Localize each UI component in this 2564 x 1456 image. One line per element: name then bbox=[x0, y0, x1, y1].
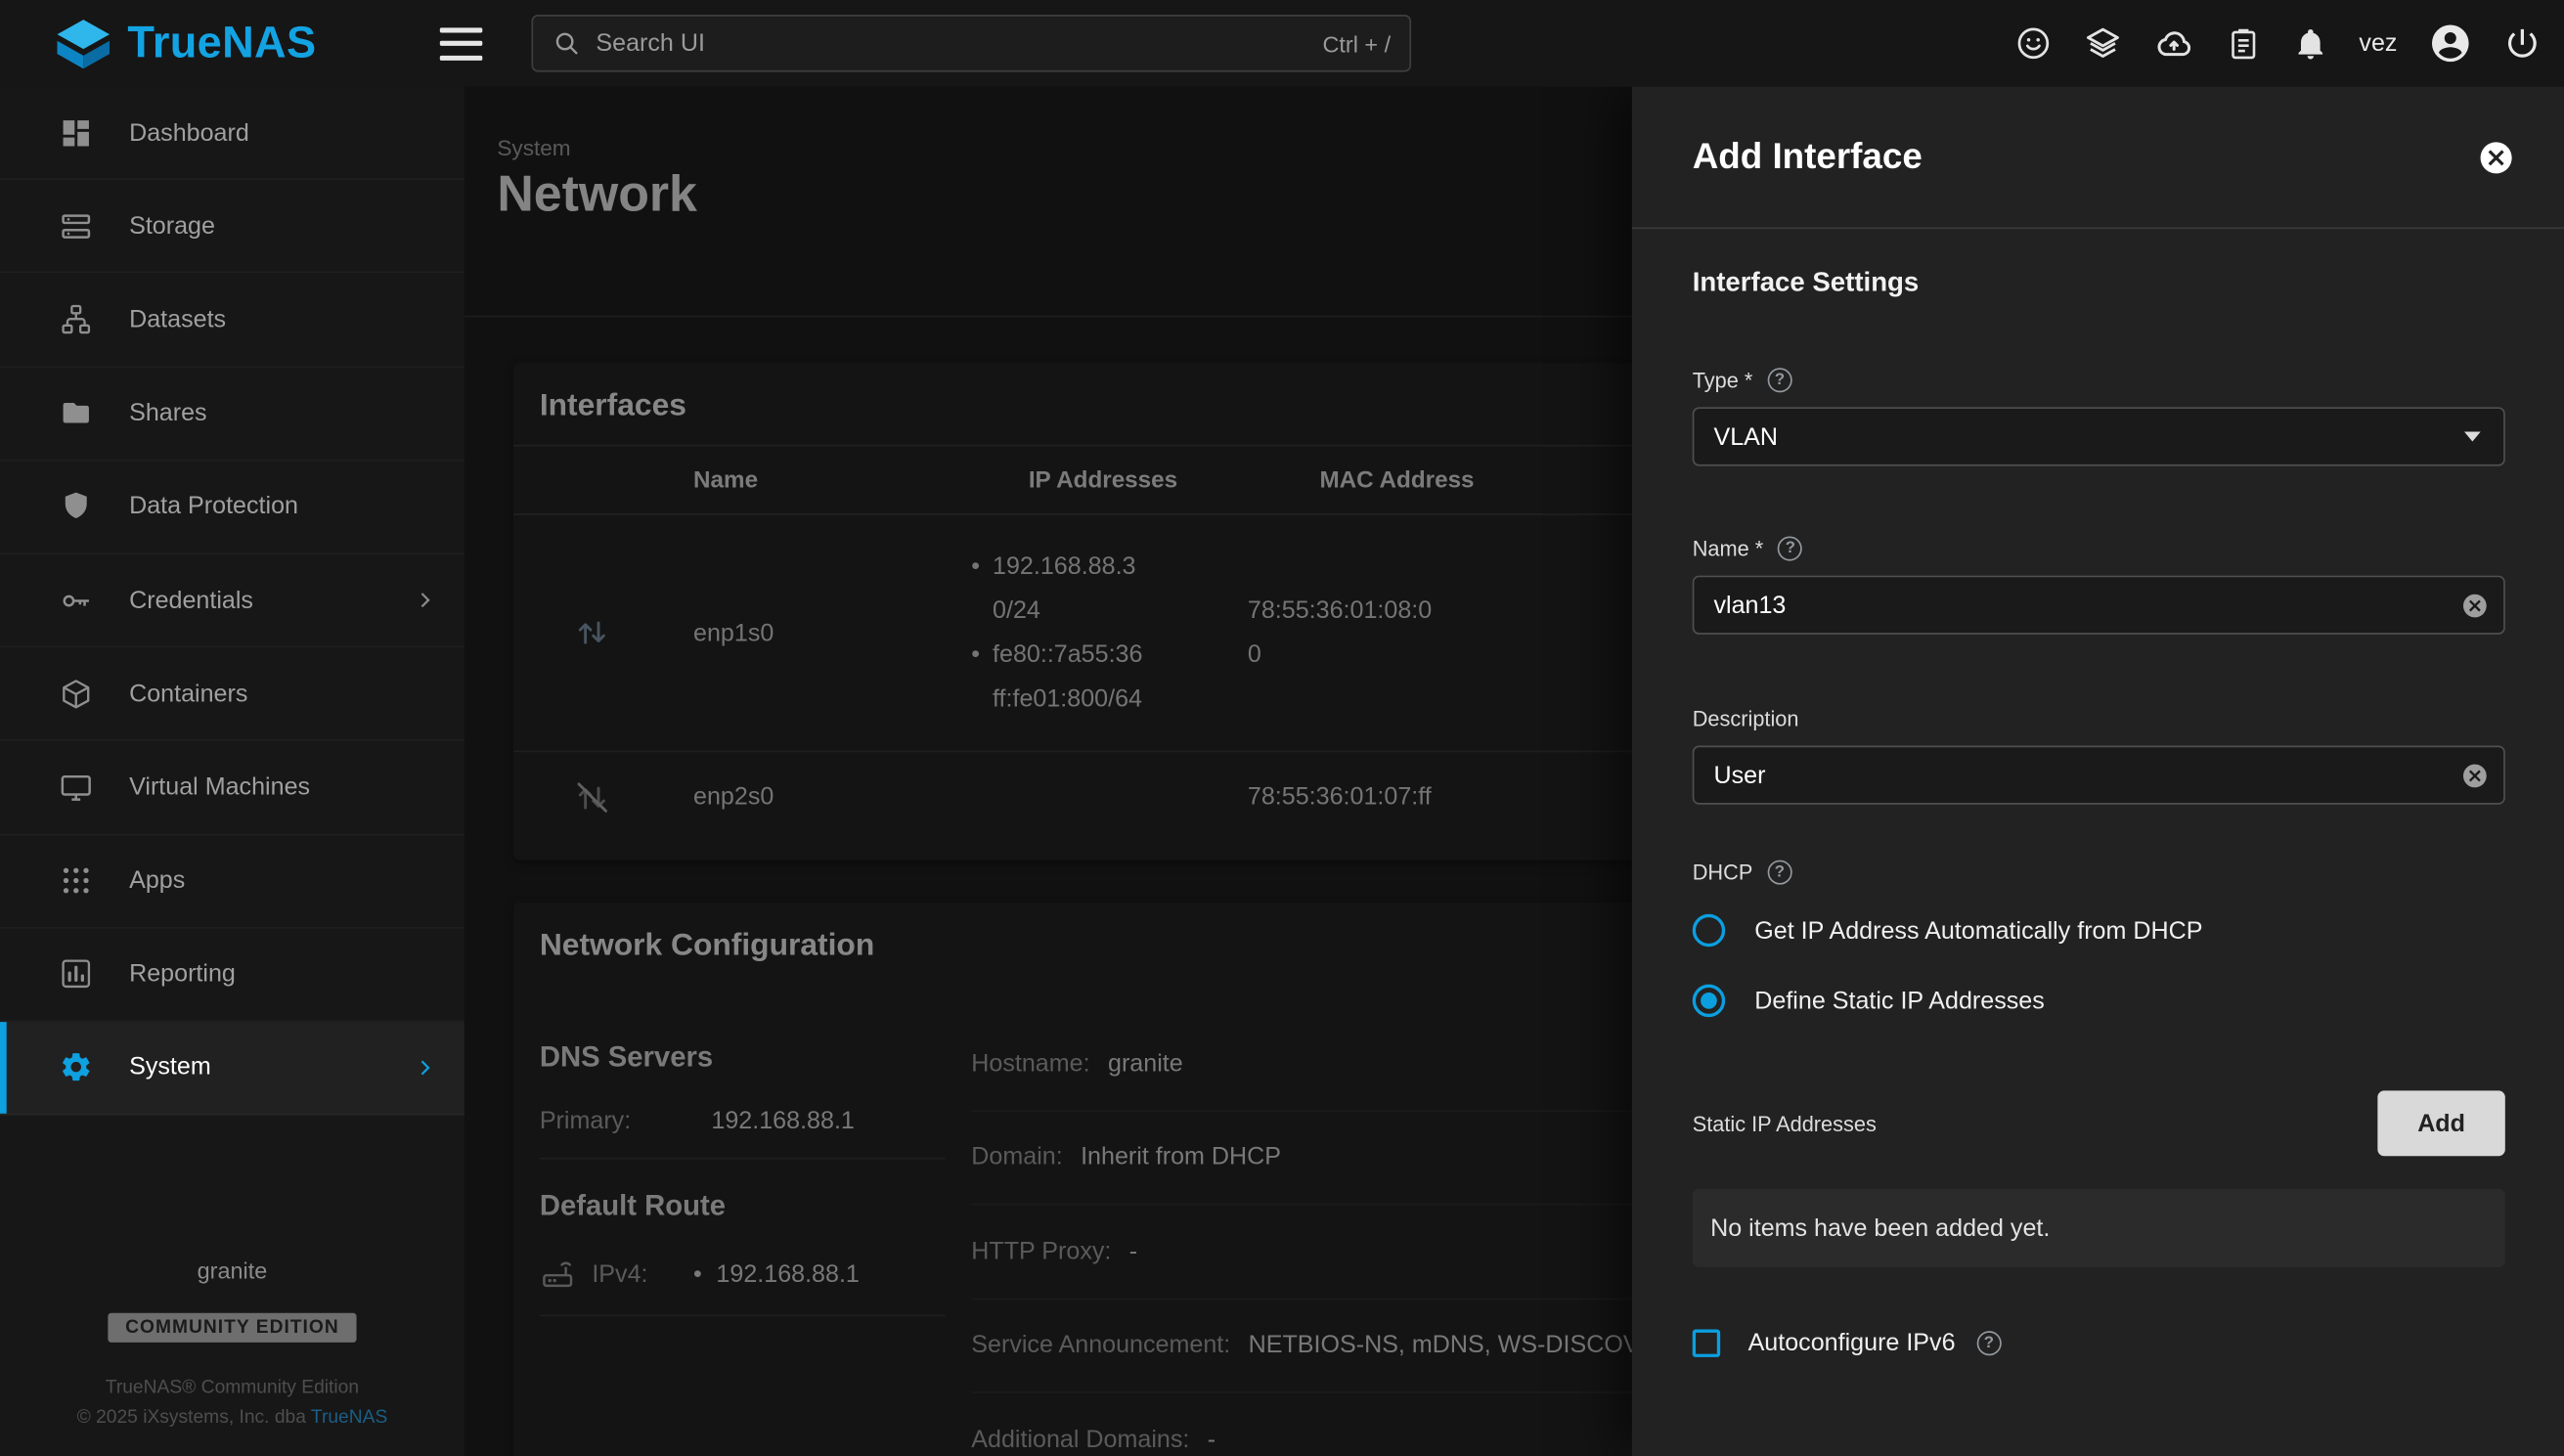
name-label: Name * bbox=[1693, 536, 1764, 560]
add-button[interactable]: Add bbox=[2377, 1090, 2504, 1156]
add-interface-panel: Add Interface Interface Settings Type * … bbox=[1632, 87, 2564, 1456]
folder-icon bbox=[59, 396, 93, 430]
storage-icon bbox=[59, 209, 93, 243]
sidebar-item-virtual-machines[interactable]: Virtual Machines bbox=[0, 741, 464, 835]
static-ip-label: Static IP Addresses bbox=[1693, 1111, 1877, 1135]
dashboard-icon bbox=[59, 115, 93, 150]
sidebar-item-system[interactable]: System bbox=[0, 1022, 464, 1116]
radio-selected-icon[interactable] bbox=[1693, 985, 1725, 1017]
edition-badge: COMMUNITY EDITION bbox=[108, 1312, 357, 1342]
sidebar-item-dashboard[interactable]: Dashboard bbox=[0, 87, 464, 181]
username: vez bbox=[2359, 29, 2397, 57]
empty-list-message: No items have been added yet. bbox=[1693, 1189, 2505, 1267]
name-input[interactable] bbox=[1694, 577, 2503, 633]
truenas-logo[interactable]: TrueNAS bbox=[54, 18, 316, 70]
radio-icon[interactable] bbox=[1693, 914, 1725, 947]
user-avatar[interactable] bbox=[2428, 22, 2472, 66]
cloud-sync-icon[interactable] bbox=[2153, 22, 2194, 64]
sidebar: Dashboard Storage Datasets Shares Data P… bbox=[0, 87, 464, 1456]
sidebar-item-datasets[interactable]: Datasets bbox=[0, 274, 464, 368]
copyright-line: © 2025 iXsystems, Inc. dba TrueNAS bbox=[77, 1407, 388, 1427]
sidebar-item-label: Datasets bbox=[129, 306, 226, 333]
sidebar-item-reporting[interactable]: Reporting bbox=[0, 928, 464, 1022]
section-title: Interface Settings bbox=[1693, 268, 2505, 299]
clear-icon[interactable] bbox=[2461, 592, 2489, 619]
radio-static[interactable]: Define Static IP Addresses bbox=[1693, 985, 2505, 1017]
reporting-icon bbox=[59, 957, 93, 992]
copyright-text: © 2025 iXsystems, Inc. dba bbox=[77, 1407, 311, 1427]
container-icon bbox=[59, 677, 93, 711]
edition-line: TrueNAS® Community Edition bbox=[106, 1378, 359, 1397]
sidebar-item-shares[interactable]: Shares bbox=[0, 368, 464, 462]
help-icon[interactable] bbox=[1767, 368, 1791, 392]
search-input[interactable] bbox=[596, 29, 1307, 57]
sidebar-item-data-protection[interactable]: Data Protection bbox=[0, 461, 464, 554]
logo-text: TrueNAS bbox=[127, 18, 316, 68]
chevron-right-icon bbox=[412, 587, 438, 613]
system-hostname: granite bbox=[198, 1257, 268, 1283]
search-icon bbox=[553, 29, 581, 57]
name-field bbox=[1693, 576, 2505, 635]
description-field-label-row: Description bbox=[1693, 706, 2505, 730]
name-field-label-row: Name * bbox=[1693, 536, 2505, 560]
panel-title: Add Interface bbox=[1693, 136, 1923, 178]
description-field bbox=[1693, 746, 2505, 805]
autoconfigure-ipv6-label: Autoconfigure IPv6 bbox=[1748, 1329, 1956, 1356]
type-field-label-row: Type * bbox=[1693, 368, 2505, 392]
static-ip-row: Static IP Addresses Add bbox=[1693, 1090, 2505, 1156]
dhcp-label: DHCP bbox=[1693, 860, 1753, 885]
sidebar-item-apps[interactable]: Apps bbox=[0, 835, 464, 929]
sidebar-item-label: Dashboard bbox=[129, 118, 249, 146]
radio-dhcp-label: Get IP Address Automatically from DHCP bbox=[1754, 916, 2202, 944]
datasets-icon bbox=[59, 302, 93, 336]
topbar: TrueNAS Ctrl + / vez bbox=[0, 0, 2564, 87]
autoconfigure-ipv6-row[interactable]: Autoconfigure IPv6 bbox=[1693, 1329, 2505, 1356]
apps-icon bbox=[59, 863, 93, 898]
truecommand-icon[interactable] bbox=[2083, 23, 2122, 63]
type-select-value: VLAN bbox=[1713, 422, 1778, 450]
sidebar-item-storage[interactable]: Storage bbox=[0, 180, 464, 274]
sidebar-item-label: Containers bbox=[129, 680, 247, 707]
sidebar-item-label: Reporting bbox=[129, 960, 236, 988]
jobs-icon[interactable] bbox=[2225, 25, 2261, 62]
feedback-icon[interactable] bbox=[2014, 24, 2052, 62]
help-icon[interactable] bbox=[1976, 1331, 2001, 1355]
panel-header: Add Interface bbox=[1632, 87, 2564, 229]
clear-icon[interactable] bbox=[2461, 762, 2489, 789]
sidebar-item-label: Apps bbox=[129, 866, 185, 894]
truenas-logo-icon bbox=[54, 18, 112, 70]
radio-static-label: Define Static IP Addresses bbox=[1754, 987, 2045, 1014]
sidebar-item-label: System bbox=[129, 1054, 211, 1081]
search-box[interactable]: Ctrl + / bbox=[532, 15, 1412, 72]
sidebar-item-containers[interactable]: Containers bbox=[0, 647, 464, 741]
help-icon[interactable] bbox=[1767, 860, 1791, 885]
sidebar-item-label: Credentials bbox=[129, 587, 253, 614]
sidebar-item-label: Virtual Machines bbox=[129, 773, 310, 801]
description-input[interactable] bbox=[1694, 747, 2503, 803]
sidebar-footer: granite COMMUNITY EDITION TrueNAS® Commu… bbox=[0, 1257, 464, 1436]
menu-icon[interactable] bbox=[441, 27, 483, 60]
copyright-link[interactable]: TrueNAS bbox=[311, 1407, 387, 1427]
shield-icon bbox=[59, 490, 93, 524]
sidebar-item-label: Storage bbox=[129, 212, 215, 240]
power-icon[interactable] bbox=[2503, 24, 2541, 62]
notifications-icon[interactable] bbox=[2292, 25, 2328, 62]
checkbox-icon[interactable] bbox=[1693, 1329, 1720, 1356]
type-label: Type * bbox=[1693, 368, 1753, 392]
sidebar-item-label: Shares bbox=[129, 399, 206, 426]
help-icon[interactable] bbox=[1778, 536, 1802, 560]
vm-icon bbox=[59, 770, 93, 804]
search-shortcut: Ctrl + / bbox=[1322, 30, 1391, 57]
sidebar-item-credentials[interactable]: Credentials bbox=[0, 554, 464, 648]
close-icon[interactable] bbox=[2477, 138, 2514, 175]
type-select[interactable]: VLAN bbox=[1693, 407, 2505, 465]
dhcp-field-label-row: DHCP bbox=[1693, 860, 2505, 885]
chevron-right-icon bbox=[412, 1055, 438, 1081]
gear-icon bbox=[59, 1050, 93, 1084]
chevron-down-icon bbox=[2464, 431, 2481, 441]
description-label: Description bbox=[1693, 706, 1799, 730]
key-icon bbox=[59, 583, 93, 617]
sidebar-item-label: Data Protection bbox=[129, 493, 298, 520]
radio-dhcp[interactable]: Get IP Address Automatically from DHCP bbox=[1693, 914, 2505, 947]
